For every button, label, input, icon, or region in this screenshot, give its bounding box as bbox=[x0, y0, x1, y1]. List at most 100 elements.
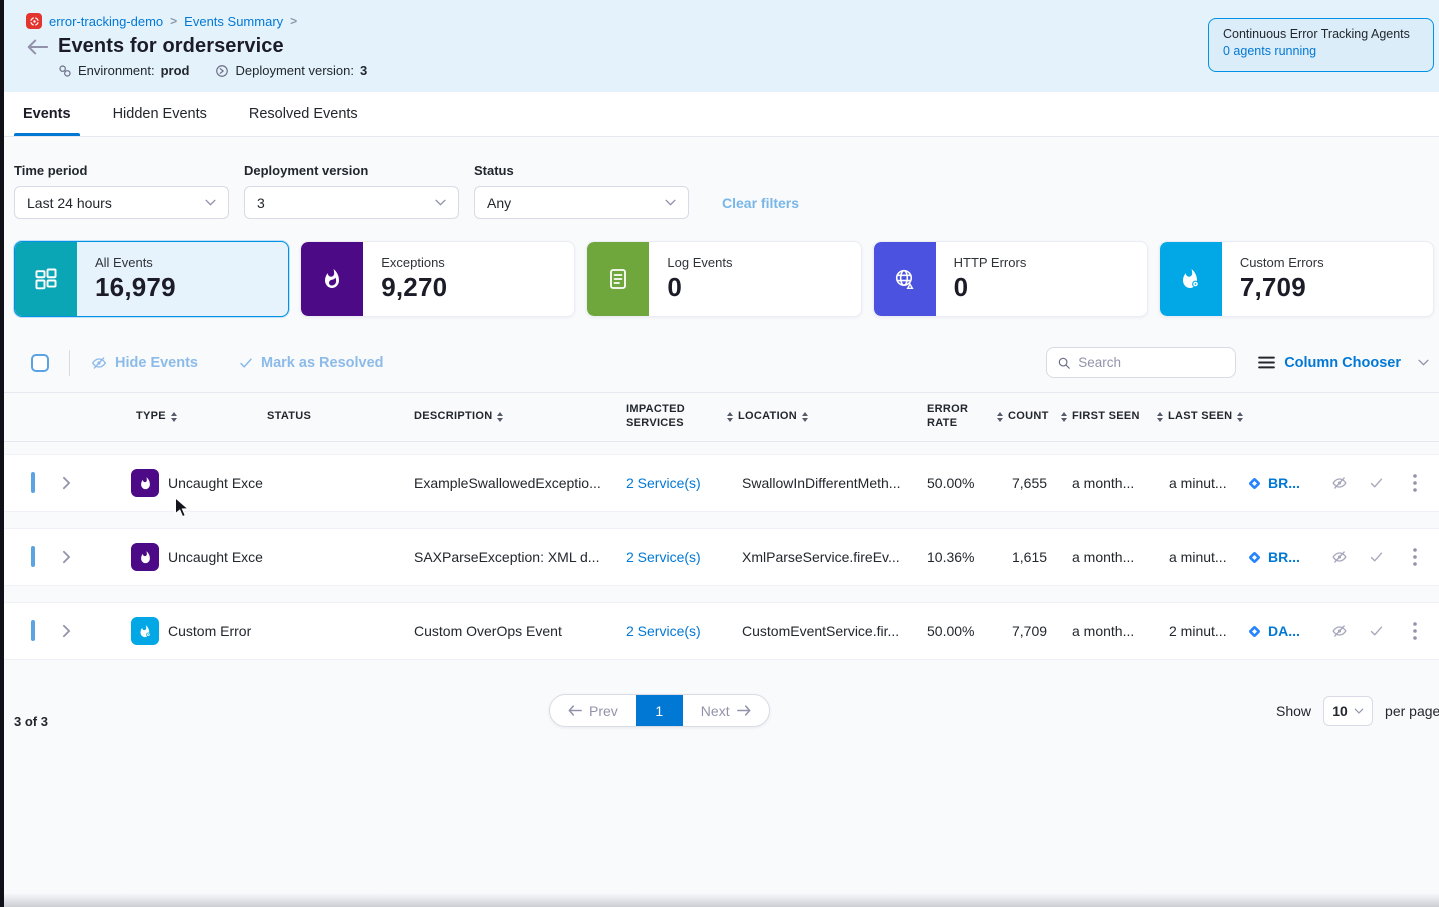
agents-card-title: Continuous Error Tracking Agents bbox=[1223, 27, 1419, 41]
sort-icon[interactable] bbox=[997, 412, 1003, 422]
status-select[interactable]: Any bbox=[474, 186, 689, 219]
card-label: Exceptions bbox=[381, 255, 447, 270]
mark-resolved-button[interactable]: Mark as Resolved bbox=[238, 355, 384, 371]
environment-icon bbox=[58, 64, 72, 78]
chevron-down-icon bbox=[665, 199, 676, 206]
deployment-meta: Deployment version: 3 bbox=[215, 63, 367, 78]
impacted-services-link[interactable]: 2 Service(s) bbox=[626, 475, 701, 491]
sort-icon[interactable] bbox=[1061, 412, 1067, 422]
sort-icon[interactable] bbox=[171, 412, 177, 422]
ticket-link[interactable]: DA... bbox=[1247, 623, 1317, 639]
flame-icon bbox=[320, 267, 344, 291]
resolve-event-icon[interactable] bbox=[1361, 550, 1391, 564]
expand-row-icon[interactable] bbox=[62, 550, 98, 564]
hide-event-icon[interactable] bbox=[1317, 623, 1361, 639]
error-tracking-module-icon bbox=[26, 13, 42, 29]
col-last-seen: LAST SEEN bbox=[1168, 410, 1232, 424]
menu-bars-icon bbox=[1258, 356, 1275, 369]
status-label: Status bbox=[474, 163, 689, 178]
hide-event-icon[interactable] bbox=[1317, 475, 1361, 491]
impacted-services-link[interactable]: 2 Service(s) bbox=[626, 623, 701, 639]
row-menu-icon[interactable] bbox=[1391, 548, 1439, 566]
col-count: COUNT bbox=[1008, 410, 1049, 424]
ticket-link[interactable]: BR... bbox=[1247, 475, 1317, 491]
custom-error-type-icon bbox=[131, 617, 159, 645]
back-arrow-icon[interactable] bbox=[26, 38, 48, 56]
sort-icon[interactable] bbox=[1237, 412, 1243, 422]
breadcrumb-separator: > bbox=[170, 14, 177, 28]
chevron-down-icon bbox=[205, 199, 216, 206]
next-page-button[interactable]: Next bbox=[683, 695, 769, 726]
event-count: 7,709 bbox=[997, 623, 1061, 639]
prev-page-button[interactable]: Prev bbox=[550, 695, 636, 726]
last-seen: a minut... bbox=[1157, 475, 1247, 491]
row-menu-icon[interactable] bbox=[1391, 622, 1439, 640]
jira-issue-icon bbox=[1247, 476, 1262, 491]
deployment-version-select[interactable]: 3 bbox=[244, 186, 459, 219]
tab-resolved-events[interactable]: Resolved Events bbox=[240, 92, 367, 136]
pagination-controls: Prev 1 Next bbox=[549, 694, 770, 727]
card-value: 7,709 bbox=[1240, 272, 1324, 303]
ticket-link[interactable]: BR... bbox=[1247, 549, 1317, 565]
breadcrumb-project-link[interactable]: error-tracking-demo bbox=[49, 14, 163, 29]
expand-row-icon[interactable] bbox=[62, 476, 98, 490]
table-row[interactable]: Uncaught Exce... ExampleSwallowedExcepti… bbox=[4, 454, 1439, 512]
page-size-control: Show 10 per page bbox=[1276, 696, 1439, 726]
agents-status-card[interactable]: Continuous Error Tracking Agents 0 agent… bbox=[1208, 18, 1434, 72]
table-row[interactable]: Uncaught Exce... SAXParseException: XML … bbox=[4, 528, 1439, 586]
error-rate: 50.00% bbox=[927, 475, 997, 491]
hide-events-button[interactable]: Hide Events bbox=[90, 355, 198, 371]
check-icon bbox=[238, 356, 254, 370]
table-row[interactable]: Custom Error Custom OverOps Event 2 Serv… bbox=[4, 602, 1439, 660]
tab-events[interactable]: Events bbox=[14, 92, 80, 136]
tab-bar: Events Hidden Events Resolved Events bbox=[4, 92, 1439, 137]
row-checkbox[interactable] bbox=[31, 546, 35, 567]
card-exceptions[interactable]: Exceptions 9,270 bbox=[300, 241, 575, 317]
row-menu-icon[interactable] bbox=[1391, 474, 1439, 492]
resolve-event-icon[interactable] bbox=[1361, 476, 1391, 490]
deployment-icon bbox=[215, 64, 229, 78]
event-type: Uncaught Exce... bbox=[168, 549, 264, 565]
agents-running-link[interactable]: 0 agents running bbox=[1223, 44, 1419, 58]
row-checkbox[interactable] bbox=[31, 472, 35, 493]
event-location: CustomEventService.fir... bbox=[727, 623, 927, 639]
chevron-down-icon bbox=[1418, 359, 1429, 366]
select-all-checkbox[interactable] bbox=[31, 354, 49, 372]
log-icon bbox=[606, 267, 630, 291]
resolve-event-icon[interactable] bbox=[1361, 624, 1391, 638]
expand-row-icon[interactable] bbox=[62, 624, 98, 638]
card-custom-errors[interactable]: Custom Errors 7,709 bbox=[1159, 241, 1434, 317]
card-value: 16,979 bbox=[95, 272, 176, 303]
arrow-left-icon bbox=[568, 705, 582, 716]
page-number-button[interactable]: 1 bbox=[636, 695, 683, 726]
col-description: DESCRIPTION bbox=[414, 410, 492, 424]
impacted-services-link[interactable]: 2 Service(s) bbox=[626, 549, 701, 565]
row-checkbox[interactable] bbox=[31, 620, 35, 641]
sort-icon[interactable] bbox=[802, 412, 808, 422]
col-error-rate: ERROR RATE bbox=[927, 403, 967, 431]
pagination-summary: 3 of 3 bbox=[14, 714, 48, 729]
card-all-events[interactable]: All Events 16,979 bbox=[14, 241, 289, 317]
col-location: LOCATION bbox=[738, 410, 797, 424]
clear-filters-button[interactable]: Clear filters bbox=[722, 195, 799, 211]
sort-icon[interactable] bbox=[727, 412, 733, 422]
card-label: HTTP Errors bbox=[954, 255, 1027, 270]
hide-event-icon[interactable] bbox=[1317, 549, 1361, 565]
events-table-body: Uncaught Exce... ExampleSwallowedExcepti… bbox=[4, 442, 1439, 660]
card-http-errors[interactable]: HTTP Errors 0 bbox=[873, 241, 1148, 317]
search-input[interactable] bbox=[1078, 355, 1208, 370]
time-period-select[interactable]: Last 24 hours bbox=[14, 186, 229, 219]
flame-gear-icon bbox=[1179, 267, 1203, 291]
page-size-select[interactable]: 10 bbox=[1323, 696, 1373, 726]
environment-value: prod bbox=[161, 63, 190, 78]
card-value: 9,270 bbox=[381, 272, 447, 303]
column-chooser-button[interactable]: Column Chooser bbox=[1258, 355, 1429, 371]
first-seen: a month... bbox=[1061, 475, 1157, 491]
sort-icon[interactable] bbox=[1157, 412, 1163, 422]
breadcrumb-section-link[interactable]: Events Summary bbox=[184, 14, 283, 29]
card-log-events[interactable]: Log Events 0 bbox=[586, 241, 861, 317]
tab-hidden-events[interactable]: Hidden Events bbox=[104, 92, 216, 136]
sort-icon[interactable] bbox=[497, 412, 503, 422]
card-label: All Events bbox=[95, 255, 176, 270]
chevron-down-icon bbox=[1354, 708, 1364, 714]
